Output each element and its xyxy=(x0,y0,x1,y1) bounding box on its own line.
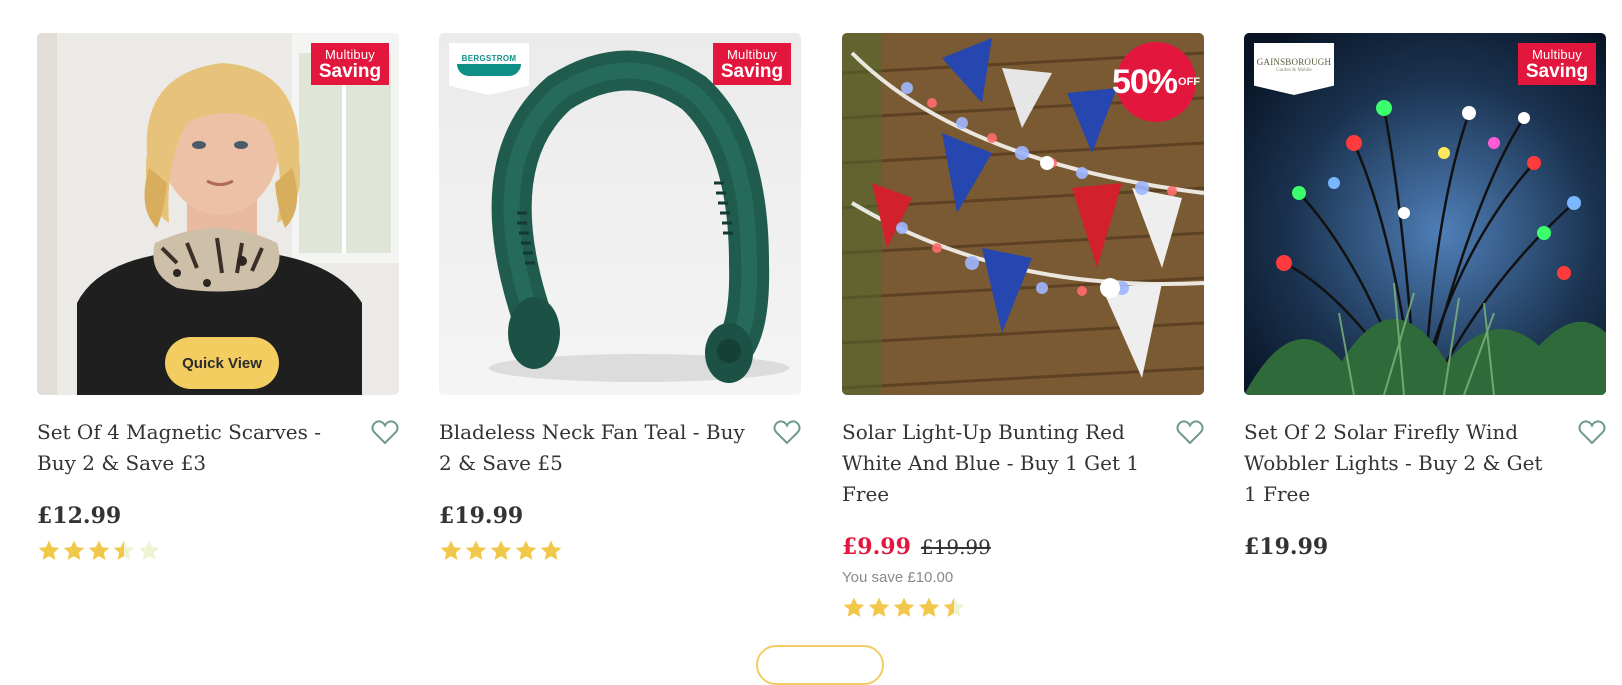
star-icon xyxy=(465,540,487,560)
product-card[interactable]: GAINSBOROUGH Garden & Mobile Multibuy Sa… xyxy=(1244,33,1606,560)
product-info: Set Of 2 Solar Firefly Wind Wobbler Ligh… xyxy=(1244,417,1606,560)
star-icon xyxy=(63,540,85,560)
you-save-text: You save £10.00 xyxy=(842,569,954,586)
product-info: Set Of 4 Magnetic Scarves - Buy 2 & Save… xyxy=(37,417,399,563)
brand-name: BERGSTROM xyxy=(461,54,517,63)
product-title[interactable]: Solar Light-Up Bunting Red White And Blu… xyxy=(842,417,1154,510)
heart-outline-icon[interactable] xyxy=(1176,419,1204,445)
price-row: £12.99 xyxy=(37,503,399,529)
badge-line-2: Saving xyxy=(1525,61,1589,82)
product-title[interactable]: Set Of 4 Magnetic Scarves - Buy 2 & Save… xyxy=(37,417,349,479)
star-icon xyxy=(38,540,60,560)
brand-logo-bergstrom: BERGSTROM xyxy=(449,43,529,95)
star-icon xyxy=(440,540,462,560)
star-icon xyxy=(490,540,512,560)
star-icon xyxy=(893,597,915,617)
heart-outline-icon[interactable] xyxy=(371,419,399,445)
price-row: £19.99 xyxy=(1244,534,1606,560)
brand-swoosh-icon xyxy=(457,64,521,76)
star-rating xyxy=(37,539,399,563)
price-row: £9.99 £19.99 xyxy=(842,534,1204,560)
star-icon xyxy=(138,540,160,560)
product-price: £12.99 xyxy=(37,503,122,529)
star-icon xyxy=(540,540,562,560)
discount-percent: 50% xyxy=(1111,62,1178,101)
price-row: £19.99 xyxy=(439,503,801,529)
star-rating xyxy=(439,539,801,563)
multibuy-saving-badge: Multibuy Saving xyxy=(311,43,389,85)
product-image[interactable]: BERGSTROM Multibuy Saving xyxy=(439,33,801,395)
was-price: £19.99 xyxy=(920,535,991,559)
badge-line-2: Saving xyxy=(318,61,382,82)
star-icon xyxy=(113,540,135,560)
badge-line-1: Multibuy xyxy=(1531,47,1582,62)
star-icon xyxy=(918,597,940,617)
heart-outline-icon[interactable] xyxy=(1578,419,1606,445)
star-rating xyxy=(842,596,1204,620)
discount-badge: 50% OFF xyxy=(1112,42,1200,122)
multibuy-saving-badge: Multibuy Saving xyxy=(713,43,791,85)
product-card[interactable]: Multibuy Saving Quick View Set Of 4 Magn… xyxy=(37,33,399,563)
load-more-button[interactable] xyxy=(756,645,884,685)
brand-logo-gainsborough: GAINSBOROUGH Garden & Mobile xyxy=(1254,43,1334,95)
product-image[interactable]: 50% OFF xyxy=(842,33,1204,395)
star-icon xyxy=(88,540,110,560)
discount-label: OFF xyxy=(1178,75,1201,88)
product-info: Bladeless Neck Fan Teal - Buy 2 & Save £… xyxy=(439,417,801,563)
badge-line-2: Saving xyxy=(720,61,784,82)
product-image[interactable]: Multibuy Saving Quick View xyxy=(37,33,399,395)
star-icon xyxy=(843,597,865,617)
product-price: £19.99 xyxy=(439,503,524,529)
brand-subtitle: Garden & Mobile xyxy=(1276,68,1312,73)
star-icon xyxy=(868,597,890,617)
sale-price: £9.99 xyxy=(842,534,911,560)
product-info: Solar Light-Up Bunting Red White And Blu… xyxy=(842,417,1204,620)
product-card[interactable]: 50% OFF Solar Light-Up Bunting Red White… xyxy=(842,33,1204,620)
star-icon xyxy=(943,597,965,617)
star-icon xyxy=(515,540,537,560)
badge-line-1: Multibuy xyxy=(726,47,777,62)
badge-line-1: Multibuy xyxy=(324,47,375,62)
product-title[interactable]: Bladeless Neck Fan Teal - Buy 2 & Save £… xyxy=(439,417,751,479)
product-title[interactable]: Set Of 2 Solar Firefly Wind Wobbler Ligh… xyxy=(1244,417,1556,510)
multibuy-saving-badge: Multibuy Saving xyxy=(1518,43,1596,85)
product-grid: Multibuy Saving Quick View Set Of 4 Magn… xyxy=(0,0,1622,652)
product-card[interactable]: BERGSTROM Multibuy Saving Bladeless Neck… xyxy=(439,33,801,563)
heart-outline-icon[interactable] xyxy=(773,419,801,445)
brand-name: GAINSBOROUGH xyxy=(1256,57,1332,67)
product-image[interactable]: GAINSBOROUGH Garden & Mobile Multibuy Sa… xyxy=(1244,33,1606,395)
product-price: £19.99 xyxy=(1244,534,1329,560)
quick-view-button[interactable]: Quick View xyxy=(165,337,279,389)
